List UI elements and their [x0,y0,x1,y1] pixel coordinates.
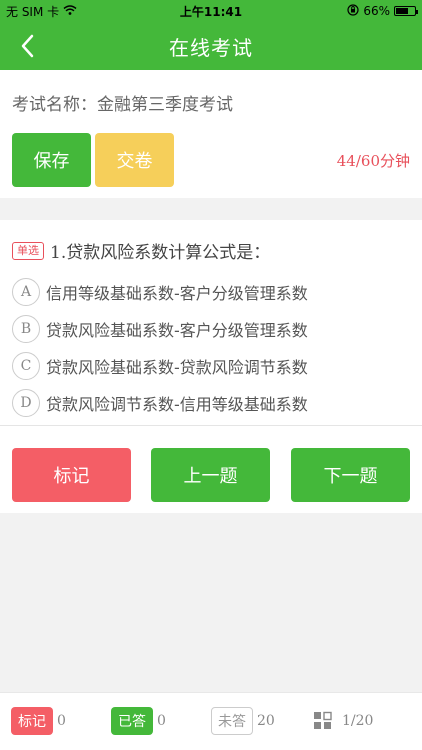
question-card: 单选 1.贷款风险系数计算公式是： A 信用等级基础系数-客户分级管理系数 B … [0,220,422,513]
exam-name-row: 考试名称：金融第三季度考试 [12,90,233,115]
option-text: 贷款风险基础系数-客户分级管理系数 [46,321,308,340]
marked-filter-tag[interactable]: 标记 [11,707,53,735]
exam-info-card: 考试名称：金融第三季度考试 保存 交卷 44/60分钟 [0,70,422,198]
chevron-left-icon [21,34,34,58]
nav-bar: 在线考试 [0,22,422,70]
question-type-badge: 单选 [12,241,44,260]
grid-icon[interactable] [313,711,333,731]
battery-icon [394,6,418,16]
option-letter: B [12,315,40,343]
unanswered-filter-tag[interactable]: 未答 [211,707,253,735]
marked-count: 0 [57,713,66,729]
exam-name-value: 金融第三季度考试 [97,95,233,115]
wifi-icon [63,4,77,18]
question-progress: 1/20 [342,713,374,729]
mark-button[interactable]: 标记 [12,448,131,502]
option-a[interactable]: A 信用等级基础系数-客户分级管理系数 [12,278,308,306]
status-bar: 无 SIM 卡 上午11:41 66% [0,0,422,22]
option-b[interactable]: B 贷款风险基础系数-客户分级管理系数 [12,315,308,343]
battery-fill [396,8,408,14]
divider [0,425,422,426]
save-button[interactable]: 保存 [12,133,91,187]
previous-question-button[interactable]: 上一题 [151,448,270,502]
option-letter: A [12,278,40,306]
option-d[interactable]: D 贷款风险调节系数-信用等级基础系数 [12,389,308,417]
exam-name-label: 考试名称： [12,95,97,115]
option-c[interactable]: C 贷款风险基础系数-贷款风险调节系数 [12,352,308,380]
battery-percent: 66% [363,4,390,18]
back-button[interactable] [14,32,42,60]
page-title: 在线考试 [169,35,253,60]
option-text: 贷款风险基础系数-贷款风险调节系数 [46,358,308,377]
option-letter: D [12,389,40,417]
question-text: 1.贷款风险系数计算公式是： [50,243,271,263]
answered-filter-tag[interactable]: 已答 [111,707,153,735]
unanswered-count: 20 [257,713,275,729]
carrier-text: 无 SIM 卡 [6,4,60,19]
answered-count: 0 [157,713,166,729]
question-header: 单选 1.贷款风险系数计算公式是： [12,238,270,263]
option-letter: C [12,352,40,380]
next-question-button[interactable]: 下一题 [291,448,410,502]
option-text: 贷款风险调节系数-信用等级基础系数 [46,395,308,414]
submit-button[interactable]: 交卷 [95,133,174,187]
exam-timer: 44/60分钟 [336,152,410,170]
orientation-lock-icon [347,3,359,19]
answer-sheet-bar: 标记 0 已答 0 未答 20 1/20 [0,692,422,750]
option-text: 信用等级基础系数-客户分级管理系数 [46,284,308,303]
